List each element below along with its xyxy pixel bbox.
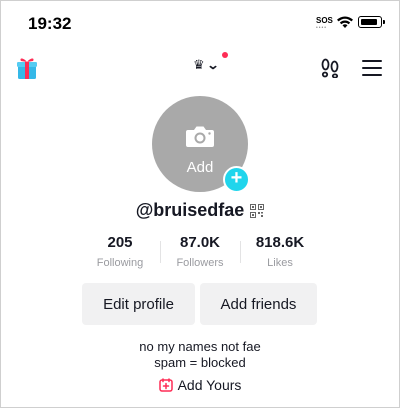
username-row: @bruisedfae <box>0 200 400 221</box>
stat-value: 205 <box>107 234 133 251</box>
signal-dots: •••• <box>316 25 328 31</box>
stat-value: 818.6K <box>255 234 305 251</box>
stat-value: 87.0K <box>179 234 221 251</box>
add-yours-icon <box>158 378 173 392</box>
stat-label: Likes <box>267 257 293 269</box>
hamburger-menu-icon[interactable] <box>362 60 382 76</box>
notification-dot <box>222 52 228 58</box>
crown-icon: ♛ <box>193 57 205 72</box>
add-avatar-button[interactable]: + <box>223 166 250 193</box>
add-friends-button[interactable]: Add friends <box>200 283 317 325</box>
stat-label: Following <box>96 257 144 269</box>
bio: no my names not fae spam = blocked <box>0 339 400 371</box>
footprints-icon[interactable] <box>320 58 340 78</box>
stat-followers[interactable]: 87.0K Followers <box>160 234 240 270</box>
chevron-down-icon: ⌄ <box>206 57 220 72</box>
account-switcher[interactable]: ♛ ⌄ <box>193 57 220 72</box>
stat-likes[interactable]: 818.6K Likes <box>240 234 320 270</box>
bio-line: spam = blocked <box>154 355 246 370</box>
stat-following[interactable]: 205 Following <box>80 234 160 270</box>
username: @bruisedfae <box>135 200 245 220</box>
wifi-icon <box>337 16 353 28</box>
bio-line: no my names not fae <box>139 339 261 354</box>
battery-icon <box>358 16 385 28</box>
add-yours-label: Add Yours <box>177 377 242 393</box>
qr-code-icon[interactable] <box>250 203 265 218</box>
gift-icon[interactable] <box>16 56 38 80</box>
camera-icon <box>186 126 214 147</box>
stat-label: Followers <box>176 257 224 269</box>
profile-stats: 205 Following 87.0K Followers 818.6K Lik… <box>80 234 320 270</box>
sos-indicator: SOS <box>316 16 333 25</box>
edit-profile-button[interactable]: Edit profile <box>82 283 195 325</box>
add-yours-link[interactable]: Add Yours <box>0 377 400 393</box>
status-time: 19:32 <box>28 14 72 33</box>
